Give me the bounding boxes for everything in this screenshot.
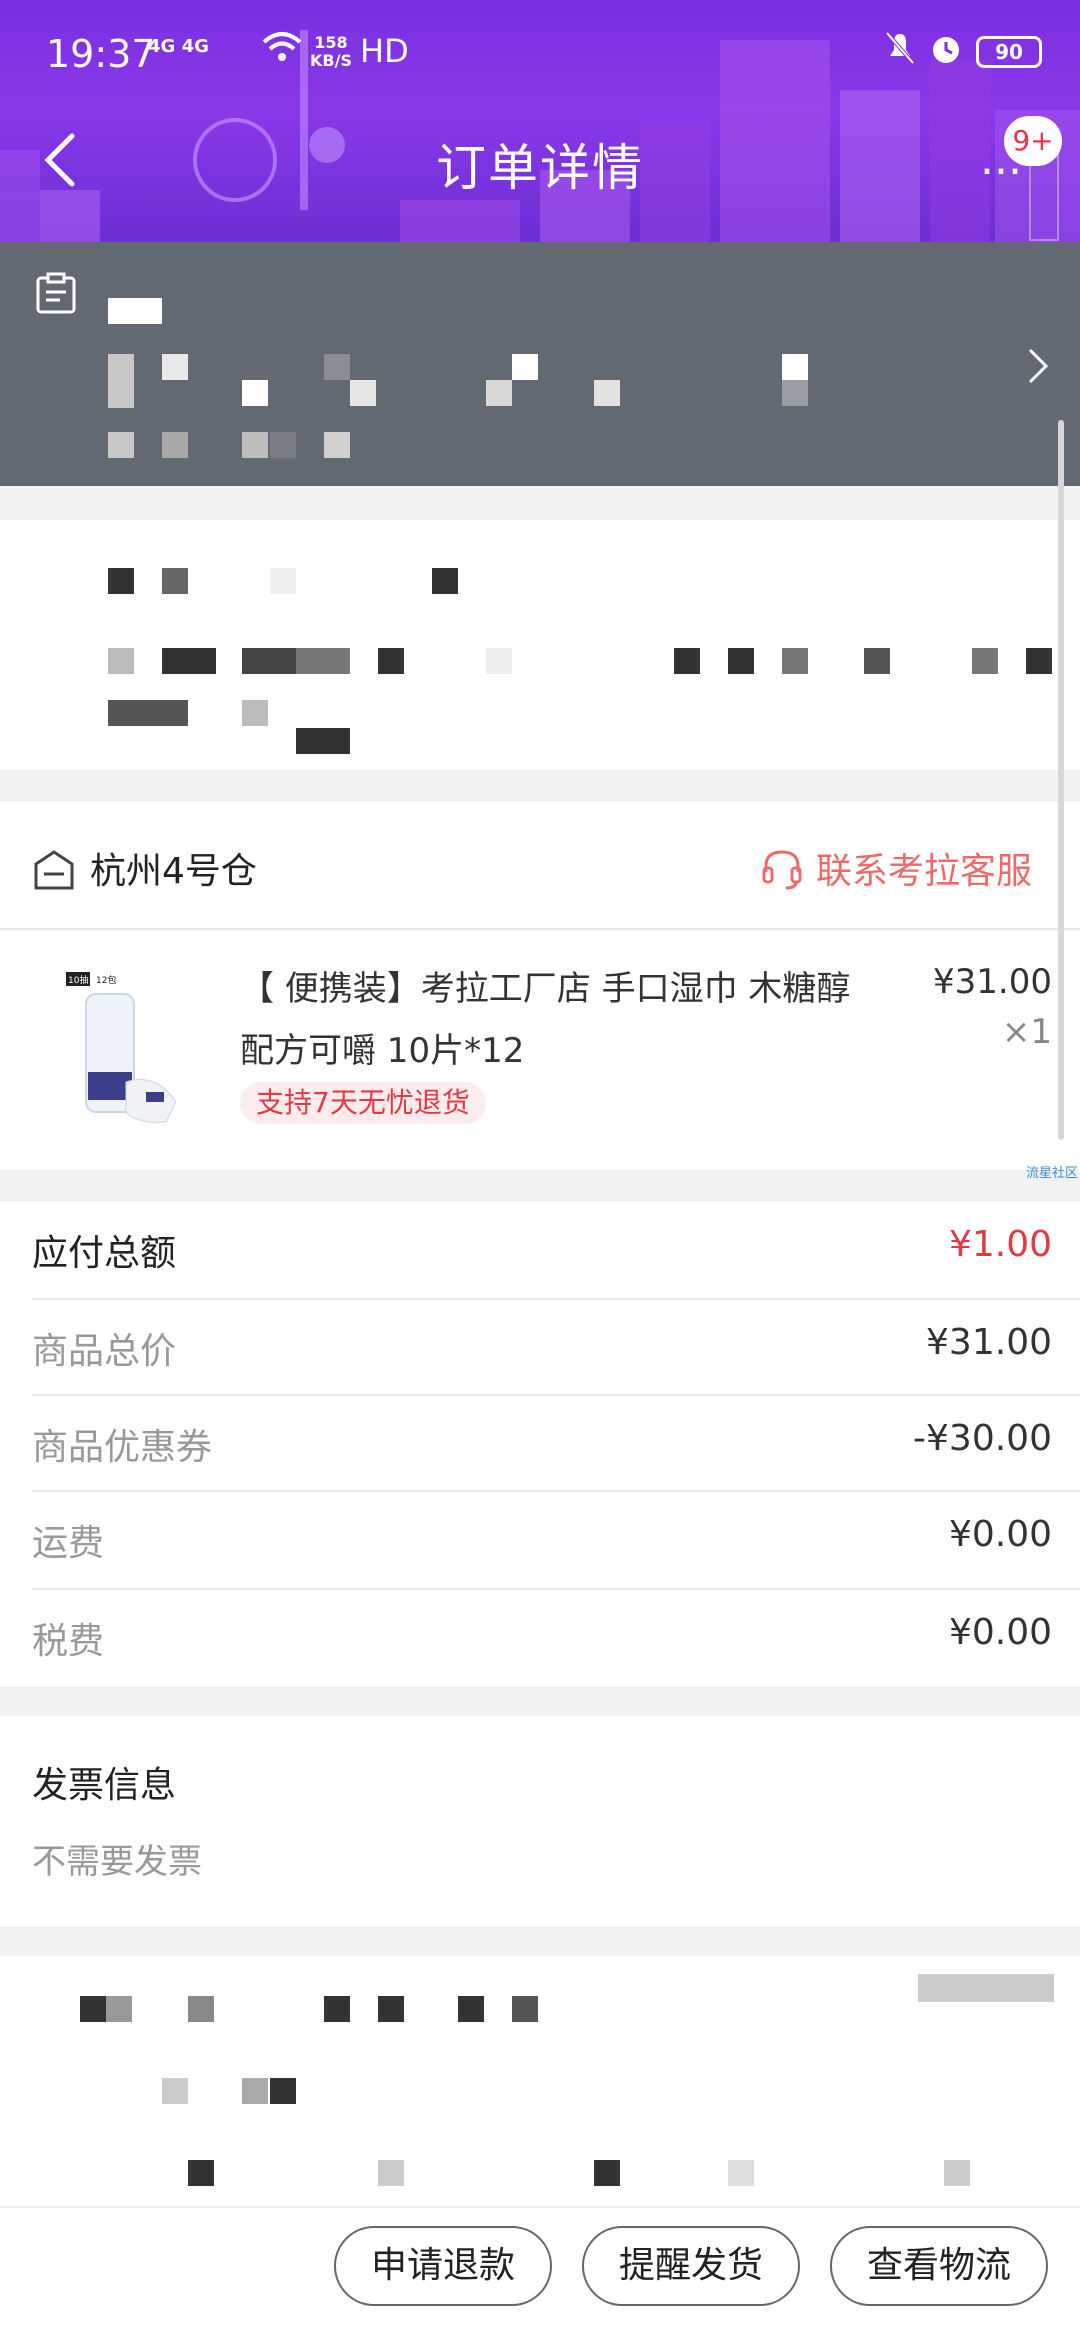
shipping-address-card[interactable] [0, 242, 1080, 486]
status-time: 19:37 [46, 32, 156, 76]
chevron-right-icon [1028, 348, 1049, 384]
invoice-title: 发票信息 [32, 1765, 177, 1806]
shipping-fee-value: ¥0.00 [948, 1514, 1052, 1555]
product-price: ¥31.00 [933, 962, 1052, 1002]
image-label-right: 12包 [96, 974, 116, 986]
remind-shipment-button[interactable]: 提醒发货 [582, 2226, 800, 2306]
total-payable-value: ¥1.00 [948, 1224, 1052, 1265]
divider [32, 1490, 1080, 1492]
shipping-fee-label: 运费 [32, 1523, 105, 1564]
order-info-card [0, 1956, 1080, 2206]
invoice-value: 不需要发票 [32, 1842, 202, 1882]
divider [0, 928, 1080, 930]
return-policy-badge: 支持7天无忧退货 [240, 1082, 486, 1124]
notification-badge[interactable]: 9+ [1004, 116, 1062, 166]
alarm-icon [928, 30, 964, 70]
headset-icon[interactable] [760, 846, 804, 890]
goods-total-value: ¥31.00 [926, 1322, 1052, 1363]
total-payable-label: 应付总额 [32, 1233, 177, 1274]
network-indicator: 4G 4G [148, 36, 209, 57]
warehouse-name: 杭州4号仓 [90, 851, 257, 892]
product-title[interactable]: 【 便携装】考拉工厂店 手口湿巾 木糖醇配方可嚼 10片*12 [240, 958, 880, 1082]
status-bar: 19:37 4G 4G 158 KB/S HD 90 [0, 0, 1080, 100]
header-banner: 19:37 4G 4G 158 KB/S HD 90 订单详情 ... 9+ [0, 0, 1080, 242]
warehouse-icon [34, 850, 74, 890]
network-speed: 158 KB/S [310, 34, 352, 70]
page-title: 订单详情 [436, 139, 644, 197]
divider [32, 1298, 1080, 1300]
speed-unit: KB/S [310, 51, 352, 70]
hd-indicator: HD [360, 32, 409, 70]
divider [32, 1394, 1080, 1396]
address-clipboard-icon [36, 272, 76, 314]
contact-support-link[interactable]: 联系考拉客服 [816, 842, 1032, 894]
request-refund-button[interactable]: 申请退款 [334, 2226, 552, 2306]
image-label-left: 10抽 [68, 974, 88, 986]
goods-total-label: 商品总价 [32, 1331, 177, 1372]
tax-label: 税费 [32, 1621, 105, 1662]
product-image[interactable]: 10抽 12包 [66, 962, 196, 1132]
scrollbar[interactable] [1058, 420, 1064, 1140]
invoice-card[interactable] [0, 1716, 1080, 1926]
divider [32, 1588, 1080, 1590]
coupon-value: -¥30.00 [913, 1418, 1052, 1459]
order-status-card [0, 520, 1080, 770]
product-quantity: ×1 [1001, 1012, 1052, 1052]
speed-value: 158 [314, 33, 348, 52]
wifi-icon [262, 30, 302, 68]
watermark-text: 流星社区 [1026, 1166, 1079, 1181]
battery-indicator: 90 [976, 36, 1042, 68]
view-logistics-button[interactable]: 查看物流 [830, 2226, 1048, 2306]
coupon-label: 商品优惠券 [32, 1427, 213, 1468]
tax-value: ¥0.00 [948, 1612, 1052, 1653]
mute-notification-icon [884, 30, 916, 70]
